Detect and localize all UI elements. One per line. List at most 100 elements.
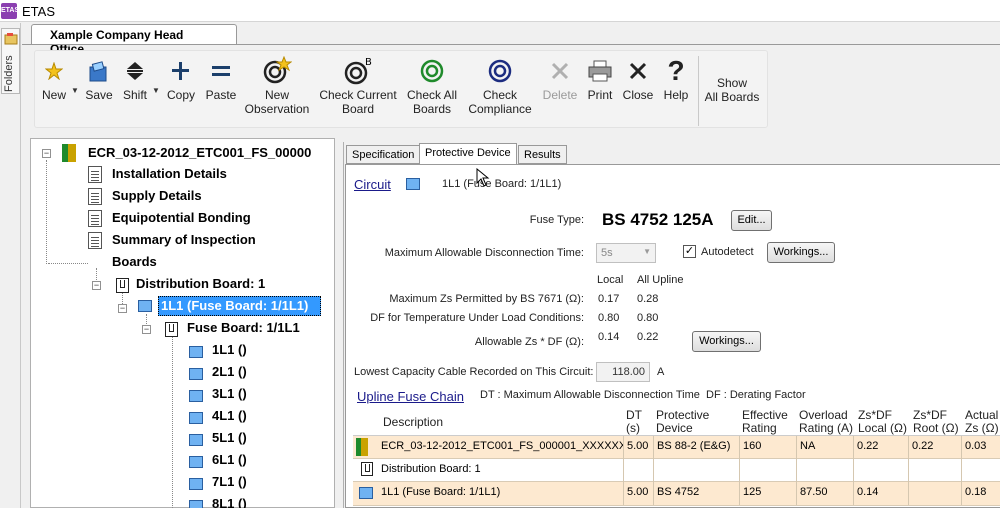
cell-local: 0.14 (854, 482, 909, 505)
tree-item-installation-details[interactable]: Installation Details (112, 166, 227, 181)
check-compliance-label-1: Check (482, 88, 517, 102)
autodetect-label: Autodetect (701, 246, 754, 258)
table-row[interactable]: Distribution Board: 1 (353, 459, 1000, 482)
cell-root: 0.22 (909, 436, 962, 459)
tree-item-circuit[interactable]: 6L1 () (212, 452, 247, 467)
circuit-box-icon (406, 178, 420, 190)
tree-item-circuit[interactable]: 5L1 () (212, 430, 247, 445)
cell-device: BS 88-2 (E&G) (654, 436, 740, 459)
tree-item-circuit[interactable]: 1L1 () (212, 342, 247, 357)
zs-workings-button[interactable]: Workings... (692, 331, 761, 352)
cell-effective: 160 (740, 436, 797, 459)
fuse-type-value: BS 4752 125A (602, 210, 714, 229)
save-icon (89, 61, 107, 82)
folders-label: Folders (3, 55, 15, 92)
new-button[interactable]: New (38, 54, 70, 102)
autodetect-checkbox[interactable]: ✓ (683, 245, 696, 258)
new-dropdown-arrow-icon[interactable]: ▼ (71, 86, 79, 95)
check-compliance-button[interactable]: Check Compliance (464, 54, 536, 116)
delete-label: Delete (542, 88, 578, 102)
disconnection-time-label: Maximum Allowable Disconnection Time: (384, 247, 584, 259)
folders-strip (0, 23, 21, 508)
tree-item-circuit[interactable]: 3L1 () (212, 386, 247, 401)
col-description[interactable]: Description (383, 416, 443, 429)
cell-local (854, 459, 909, 482)
cell-root (909, 459, 962, 482)
edit-fuse-button[interactable]: Edit... (731, 210, 772, 231)
col-dt[interactable]: DT (s) (626, 409, 652, 435)
paste-button[interactable]: Paste (204, 54, 238, 102)
show-all-boards-button[interactable]: Show All Boards (702, 76, 762, 104)
df-upline: 0.80 (637, 312, 659, 324)
tree-root-label[interactable]: ECR_03-12-2012_ETC001_FS_00000 (88, 145, 311, 160)
col-zsdf-local[interactable]: Zs*DF Local (Ω) (858, 409, 910, 435)
help-button[interactable]: ? Help (658, 54, 694, 103)
fuse-type-label: Fuse Type: (529, 214, 584, 226)
check-all-boards-button[interactable]: Check All Boards (404, 54, 460, 116)
cell-overload (797, 459, 854, 482)
col-protective-device[interactable]: Protective Device (656, 409, 736, 435)
tree-item-boards[interactable]: Boards (112, 254, 157, 269)
disconnection-workings-button[interactable]: Workings... (767, 242, 835, 263)
check-current-board-button[interactable]: B Check Current Board (316, 54, 400, 116)
tree-item-summary-of-inspection[interactable]: Summary of Inspection (112, 232, 256, 247)
tab-protective-device[interactable]: Protective Device (419, 143, 517, 164)
close-x-icon (629, 62, 647, 80)
new-observation-button[interactable]: New Observation (244, 54, 310, 116)
disconnection-time-value: 5s (601, 247, 613, 259)
table-row[interactable]: ECR_03-12-2012_ETC001_FS_000001_XXXXXX 5… (353, 436, 1000, 459)
col-actual-zs[interactable]: Actual Zs (Ω) (965, 409, 1000, 435)
circuit-box-icon (189, 346, 203, 358)
tab-specification[interactable]: Specification (346, 145, 421, 164)
tree-item-circuit[interactable]: 4L1 () (212, 408, 247, 423)
tree-item-distribution-board[interactable]: Distribution Board: 1 (136, 276, 265, 291)
print-button[interactable]: Print (582, 54, 618, 102)
max-zs-label: Maximum Zs Permitted by BS 7671 (Ω): (389, 293, 584, 305)
tab-results[interactable]: Results (518, 145, 567, 164)
tab-document[interactable]: Xample Company Head Office_... (31, 24, 237, 56)
tree-item-circuit[interactable]: 8L1 () (212, 496, 247, 508)
tree-item-supply-details[interactable]: Supply Details (112, 188, 202, 203)
save-button[interactable]: Save (84, 54, 114, 102)
paste-equals-icon (212, 66, 230, 76)
tree-item-selected-circuit[interactable]: 1L1 (Fuse Board: 1/1L1) (161, 298, 308, 313)
tree-expander-1l1[interactable]: − (118, 304, 127, 313)
distribution-board-icon (116, 278, 129, 293)
cell-actual: 0.18 (965, 486, 987, 498)
tree-expander-fuse-board[interactable]: − (142, 325, 151, 334)
close-button[interactable]: Close (620, 54, 656, 102)
check-current-spiral-icon: B (344, 57, 372, 85)
tree-item-circuit[interactable]: 7L1 () (212, 474, 247, 489)
tree-item-circuit[interactable]: 2L1 () (212, 364, 247, 379)
cell-overload: NA (797, 436, 854, 459)
new-label: New (41, 88, 66, 102)
shift-dropdown-arrow-icon[interactable]: ▼ (152, 86, 160, 95)
col-overload-rating[interactable]: Overload Rating (A) (799, 409, 855, 435)
delete-button[interactable]: Delete (540, 54, 580, 102)
cell-device (654, 459, 740, 482)
ribbon-separator (698, 56, 699, 126)
tree-item-equipotential-bonding[interactable]: Equipotential Bonding (112, 210, 251, 225)
tree-expander-root[interactable]: − (42, 149, 51, 158)
shift-button[interactable]: Shift (120, 54, 150, 102)
df-label: DF for Temperature Under Load Conditions… (370, 312, 584, 324)
circuit-heading: Circuit (354, 177, 391, 192)
cell-dt (624, 459, 654, 482)
circuit-box-icon (189, 478, 203, 490)
cell-actual (962, 459, 1000, 482)
tab-divider (22, 44, 1000, 45)
copy-button[interactable]: Copy (165, 54, 197, 102)
check-compliance-label-2: Compliance (468, 102, 532, 116)
table-row[interactable]: 1L1 (Fuse Board: 1/1L1) 5.00 BS 4752 125… (353, 482, 1000, 506)
cell-actual: 0.03 (965, 440, 987, 452)
col-zsdf-root[interactable]: Zs*DF Root (Ω) (913, 409, 963, 435)
cable-value-field[interactable]: 118.00 (596, 362, 650, 382)
circuit-box-icon (189, 390, 203, 402)
tree-item-fuse-board[interactable]: Fuse Board: 1/1L1 (187, 320, 300, 335)
check-compliance-spiral-icon (488, 59, 512, 83)
tree-expander-distribution[interactable]: − (92, 281, 101, 290)
circuit-box-icon (189, 434, 203, 446)
max-zs-upline: 0.28 (637, 293, 659, 305)
allowable-zs-local: 0.14 (598, 331, 620, 343)
disconnection-time-select[interactable]: 5s ▼ (596, 243, 656, 263)
